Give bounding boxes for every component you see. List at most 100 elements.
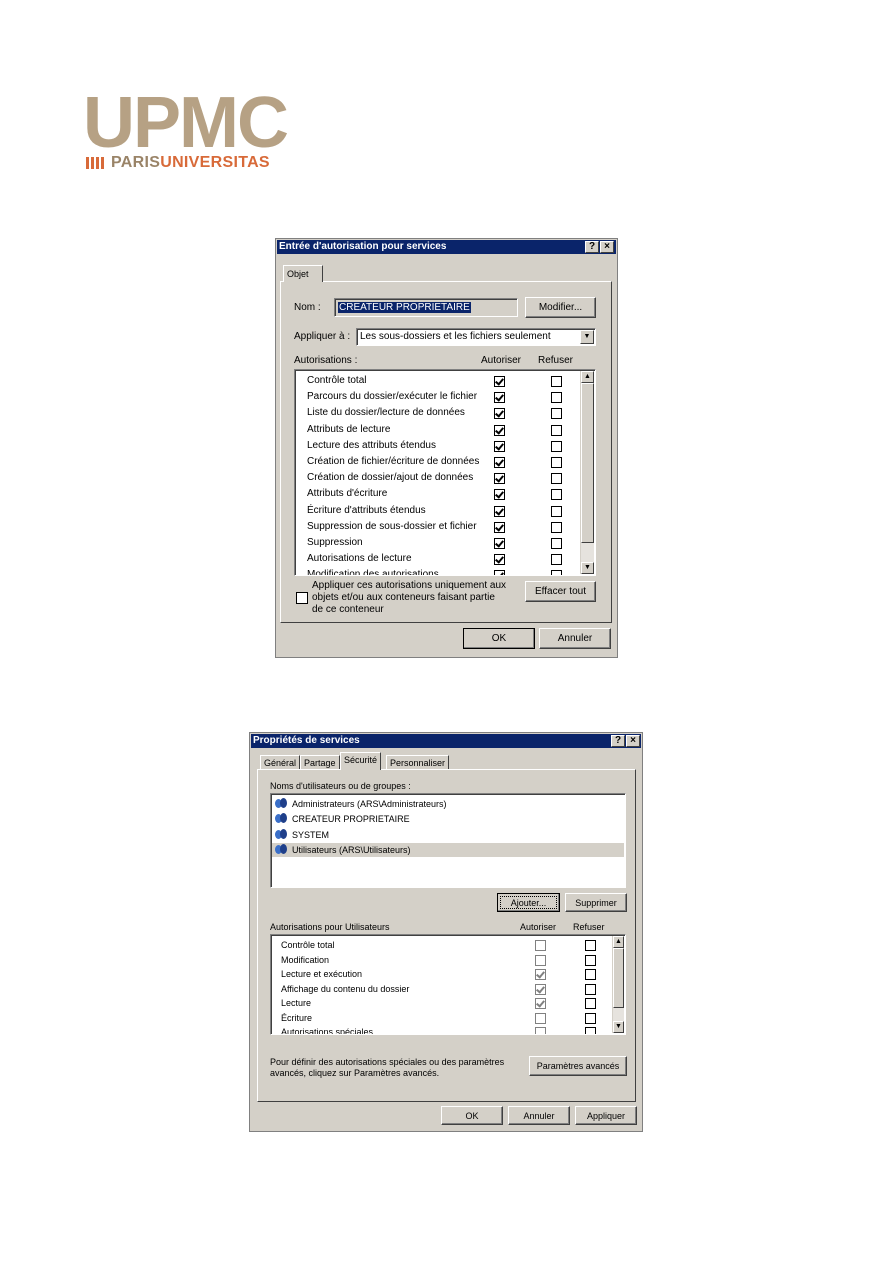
modify-button[interactable]: Modifier... <box>525 297 596 318</box>
deny-checkbox[interactable] <box>551 570 562 575</box>
help-icon[interactable]: ? <box>585 241 599 253</box>
close-icon[interactable]: × <box>600 241 614 253</box>
chevron-down-icon[interactable]: ▼ <box>580 330 594 344</box>
deny-checkbox[interactable] <box>585 940 596 951</box>
name-value: CREATEUR PROPRIETAIRE <box>338 302 471 313</box>
logo-universitas-text: UNIVERSITAS <box>160 154 270 171</box>
user-list-item[interactable]: CREATEUR PROPRIETAIRE <box>272 812 624 826</box>
deny-checkbox[interactable] <box>551 424 562 436</box>
allow-checkbox[interactable] <box>535 983 546 995</box>
user-permissions-scrollbar[interactable]: ▲ ▼ <box>612 936 624 1033</box>
permission-row: Attributs d'écriture <box>307 488 388 500</box>
name-field[interactable]: CREATEUR PROPRIETAIRE <box>334 298 518 317</box>
scroll-up-icon[interactable]: ▲ <box>613 936 624 948</box>
tab-securite[interactable]: Sécurité <box>340 752 382 770</box>
permission-row: Lecture <box>281 998 312 1008</box>
allow-checkbox[interactable] <box>494 376 505 387</box>
user-group-icon <box>275 828 288 840</box>
permission-row: Modification des autorisations <box>307 569 439 576</box>
advanced-button[interactable]: Paramètres avancés <box>529 1056 627 1076</box>
allow-checkbox[interactable] <box>494 505 505 517</box>
deny-checkbox[interactable] <box>585 983 596 995</box>
user-list-item[interactable]: SYSTEM <box>272 828 624 842</box>
help-icon[interactable]: ? <box>611 735 625 747</box>
user-permissions-list[interactable]: ▲ ▼ Contrôle total Modification Lecture et… <box>270 934 626 1035</box>
close-icon[interactable]: × <box>626 735 640 747</box>
allow-checkbox[interactable] <box>535 940 546 951</box>
permissions-scrollbar[interactable]: ▲ ▼ <box>580 371 594 574</box>
allow-checkbox[interactable] <box>494 424 505 436</box>
deny-checkbox[interactable] <box>585 1012 596 1024</box>
tab-general[interactable]: Général <box>260 755 301 769</box>
deny-checkbox[interactable] <box>551 457 562 468</box>
allow-checkbox[interactable] <box>494 538 505 549</box>
deny-checkbox[interactable] <box>585 1027 596 1034</box>
user-list-item[interactable]: Administrateurs (ARS\Administrateurs) <box>272 797 624 811</box>
deny-checkbox[interactable] <box>585 969 596 980</box>
deny-checkbox[interactable] <box>551 521 562 533</box>
deny-checkbox[interactable] <box>585 954 596 966</box>
allow-checkbox[interactable] <box>494 521 505 533</box>
ok-button[interactable]: OK <box>441 1106 503 1125</box>
scroll-down-icon[interactable]: ▼ <box>581 562 594 574</box>
permission-row: Écriture <box>281 1012 313 1023</box>
remove-button[interactable]: Supprimer <box>565 893 627 912</box>
advanced-text-2: avancés, cliquez sur Paramètres avancés. <box>270 1068 440 1078</box>
allow-checkbox[interactable] <box>494 408 505 420</box>
scroll-thumb[interactable] <box>581 383 594 543</box>
tab-objet[interactable]: Objet <box>283 265 323 282</box>
scroll-thumb[interactable] <box>613 948 624 1008</box>
permissions-list[interactable]: ▲ ▼ Contrôle total Parcours du dossier/ex… <box>294 369 596 576</box>
add-button[interactable]: Ajouter... <box>497 893 560 912</box>
permission-row: Parcours du dossier/exécuter le fichier <box>307 391 478 403</box>
permission-row: Liste du dossier/lecture de données <box>307 407 465 419</box>
apply-to-select[interactable]: Les sous-dossiers et les fichiers seulem… <box>356 328 596 346</box>
permission-row: Attributs de lecture <box>307 423 391 435</box>
deny-checkbox[interactable] <box>551 392 562 404</box>
deny-checkbox[interactable] <box>585 998 596 1009</box>
allow-checkbox[interactable] <box>535 1012 546 1024</box>
allow-checkbox[interactable] <box>494 440 505 452</box>
deny-header: Refuser <box>573 922 605 932</box>
apply-button[interactable]: Appliquer <box>575 1106 637 1125</box>
allow-checkbox[interactable] <box>535 998 546 1009</box>
permission-row: Affichage du contenu du dossier <box>281 983 410 994</box>
name-label: Nom : <box>294 302 321 313</box>
allow-checkbox[interactable] <box>494 489 505 501</box>
deny-checkbox[interactable] <box>551 505 562 517</box>
allow-checkbox[interactable] <box>494 392 505 404</box>
dialog1-titlebar: Entrée d'autorisation pour services <box>277 240 616 254</box>
dialog2-title: Propriétés de services <box>253 735 360 746</box>
deny-checkbox[interactable] <box>551 538 562 549</box>
allow-checkbox[interactable] <box>494 457 505 468</box>
users-list[interactable]: Administrateurs (ARS\Administrateurs) CRE… <box>270 793 626 888</box>
scroll-up-icon[interactable]: ▲ <box>581 371 594 383</box>
deny-checkbox[interactable] <box>551 408 562 420</box>
deny-checkbox[interactable] <box>551 376 562 387</box>
tab-partage[interactable]: Partage <box>300 755 340 769</box>
allow-checkbox[interactable] <box>535 954 546 966</box>
clear-all-button[interactable]: Effacer tout <box>525 581 596 602</box>
ok-button[interactable]: OK <box>463 628 535 649</box>
apply-to-label: Appliquer à : <box>294 331 351 342</box>
permission-row: Autorisations spéciales <box>281 1027 374 1035</box>
deny-checkbox[interactable] <box>551 554 562 566</box>
deny-checkbox[interactable] <box>551 440 562 452</box>
cancel-button[interactable]: Annuler <box>508 1106 570 1125</box>
permission-row: Lecture et exécution <box>281 969 363 979</box>
apply-only-checkbox[interactable] <box>296 592 308 604</box>
cancel-button[interactable]: Annuler <box>539 628 611 649</box>
allow-checkbox[interactable] <box>535 969 546 980</box>
allow-checkbox[interactable] <box>494 554 505 566</box>
allow-checkbox[interactable] <box>494 473 505 485</box>
user-list-item[interactable]: Utilisateurs (ARS\Utilisateurs) <box>272 842 624 857</box>
deny-checkbox[interactable] <box>551 489 562 501</box>
deny-checkbox[interactable] <box>551 473 562 485</box>
apply-only-label-1: Appliquer ces autorisations uniquement a… <box>312 580 507 591</box>
allow-checkbox[interactable] <box>535 1027 546 1034</box>
permission-row: Modification <box>281 954 330 965</box>
user-name: CREATEUR PROPRIETAIRE <box>292 814 410 825</box>
scroll-down-icon[interactable]: ▼ <box>613 1021 624 1033</box>
tab-personnaliser[interactable]: Personnaliser <box>386 755 450 769</box>
allow-checkbox[interactable] <box>494 570 505 575</box>
